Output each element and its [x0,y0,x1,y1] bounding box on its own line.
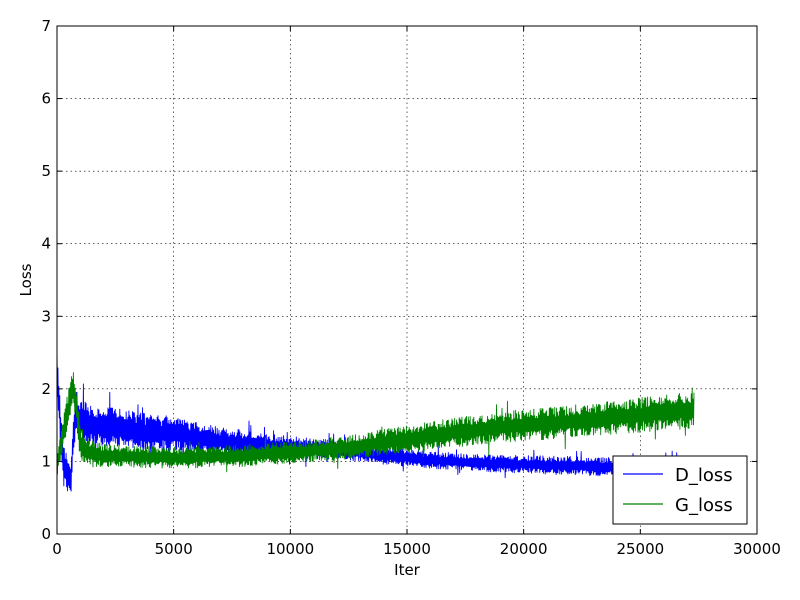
y-tick-label: 6 [41,90,51,108]
legend-label-g-loss: G_loss [675,495,733,516]
x-tick-label: 0 [52,540,62,558]
legend-label-d-loss: D_loss [675,465,733,486]
y-tick-label: 1 [41,452,51,470]
y-axis-label: Loss [17,263,35,296]
x-tick-label: 25000 [616,540,664,558]
x-tick-label: 30000 [733,540,781,558]
y-tick-label: 3 [41,307,51,325]
y-tick-label: 2 [41,380,51,398]
y-tick-label: 4 [41,235,51,253]
x-tick-label: 5000 [155,540,193,558]
y-tick-label: 5 [41,162,51,180]
x-tick-label: 10000 [266,540,314,558]
legend: D_loss G_loss [612,455,748,525]
x-tick-label: 15000 [383,540,431,558]
x-tick-label: 20000 [500,540,548,558]
loss-chart: 0 5000 10000 15000 20000 25000 30000 01234567 … [0,0,800,600]
x-axis-label: Iter [394,561,421,579]
y-tick-label: 0 [41,525,51,543]
y-tick-label: 7 [41,17,51,35]
